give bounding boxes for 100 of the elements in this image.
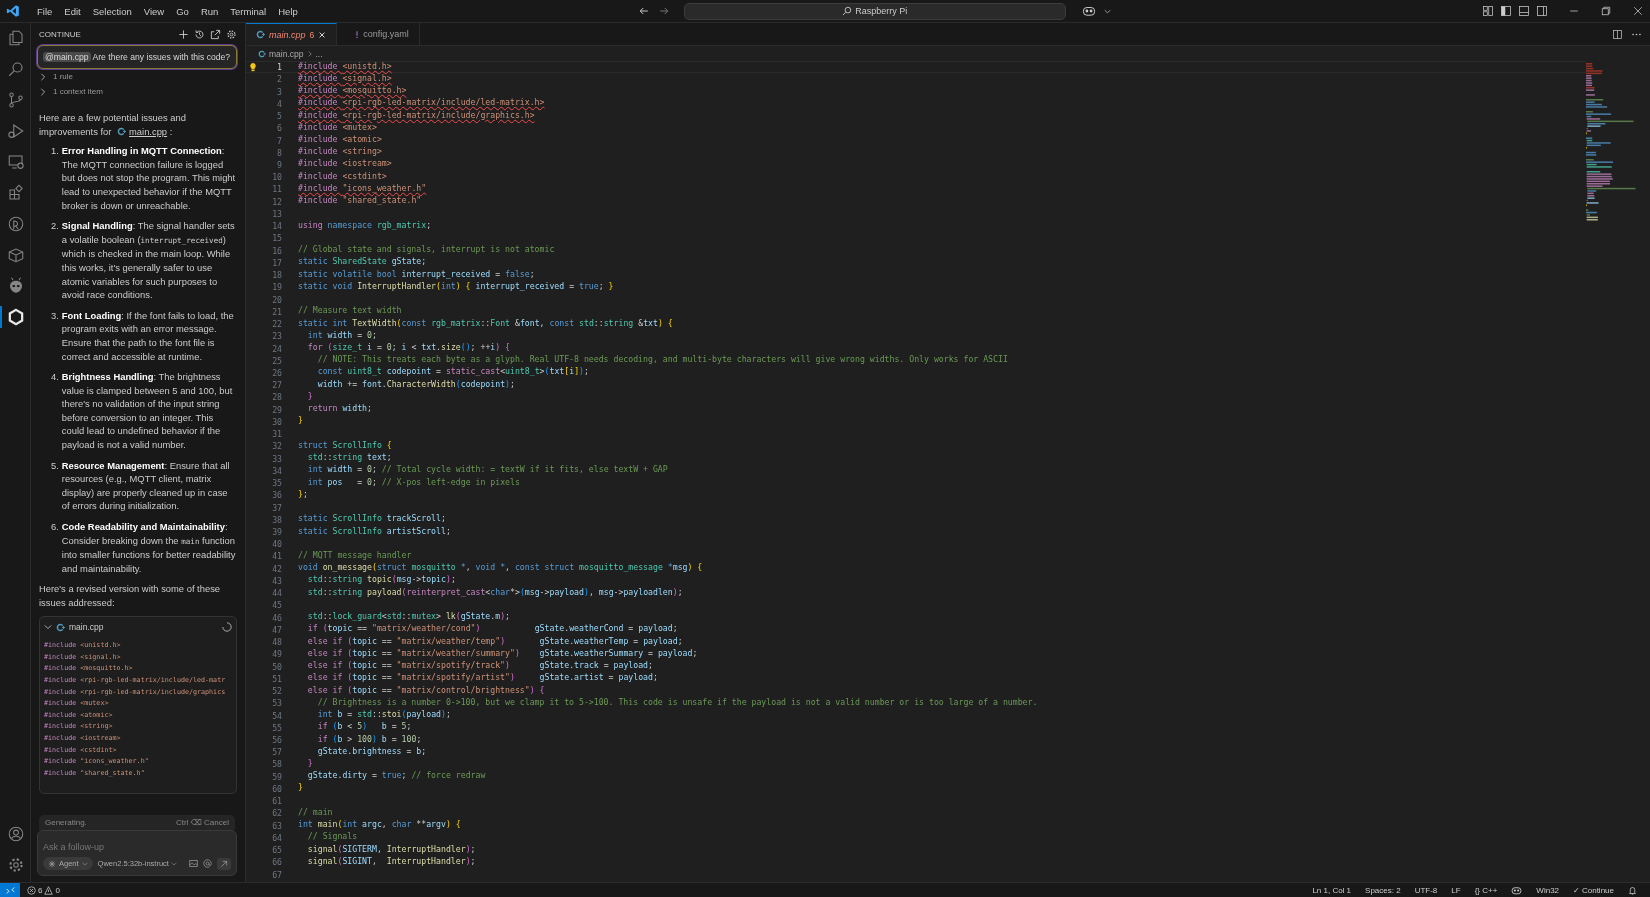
cpp-file-icon <box>256 30 265 39</box>
lightbulb-icon[interactable] <box>249 62 257 73</box>
remote-button[interactable] <box>0 883 20 897</box>
code-line: static SharedState gState; <box>298 257 427 269</box>
secondary-sidebar-icon[interactable] <box>1536 5 1548 17</box>
problems-indicator[interactable]: 6 0 <box>20 885 67 895</box>
close-icon[interactable] <box>1632 5 1644 17</box>
code-line: // NOTE: This treats each byte as a glyph. Real UTF-8 needs decoding, and multi-byte characters will give wrong widths. Only works for ASCII <box>316 355 1008 367</box>
menu-item[interactable]: Run <box>195 3 224 19</box>
breadcrumb-item[interactable]: main.cpp <box>269 48 304 59</box>
command-center-search[interactable]: Raspberry Pi <box>683 2 1066 20</box>
monitor-icon <box>7 153 25 171</box>
code-line: static void InterruptHandler(int) { interrupt_received = true; } <box>298 281 614 293</box>
line-number: 46 <box>271 612 282 623</box>
code-line: } <box>298 783 303 795</box>
line-number: 18 <box>271 270 282 281</box>
plus-icon[interactable] <box>178 28 189 40</box>
code-line: std::string payload(reinterpret_cast<char*>(msg->payload), msg->payloadlen); <box>306 587 683 599</box>
line-number: 51 <box>271 673 282 684</box>
menu-item[interactable]: Help <box>273 3 303 19</box>
sidebar-toggle-icon[interactable] <box>1500 5 1512 17</box>
follow-up-field[interactable]: Ask a follow-up <box>43 840 231 854</box>
file-name: main.cpp <box>69 620 104 634</box>
panel-toggle-icon[interactable] <box>1518 5 1530 17</box>
code-line: int main(int argc, char **argv) { <box>298 820 461 832</box>
line-number: 14 <box>271 221 282 232</box>
line-number: 20 <box>271 294 282 305</box>
code-line: std::lock_guard<std::mutex> lk(gState.m); <box>306 612 511 624</box>
status-item[interactable]: Spaces: 2 <box>1358 885 1408 895</box>
menu-item[interactable]: Selection <box>87 3 137 19</box>
restore-icon[interactable] <box>1600 5 1612 17</box>
menu-item[interactable]: Edit <box>59 3 86 19</box>
line-number: 12 <box>271 196 282 207</box>
code-line: } <box>306 758 313 770</box>
code-line: else if (topic == "matrix/control/brightness") { <box>306 685 545 697</box>
chevron-icon[interactable] <box>44 623 52 632</box>
history-icon[interactable] <box>194 28 205 40</box>
open-external-icon[interactable] <box>210 28 221 40</box>
status-item[interactable]: Ln 1, Col 1 <box>1305 885 1359 895</box>
context-toggle[interactable]: 1 context item <box>37 84 237 99</box>
line-number: 42 <box>271 563 282 574</box>
status-item[interactable]: {} C++ <box>1467 885 1505 895</box>
status-item[interactable]: Win32 <box>1529 885 1567 895</box>
code-line: #include <mutex> <box>298 122 377 134</box>
code-line: width += font.CharacterWidth(codepoint); <box>316 379 515 391</box>
line-number: 28 <box>271 392 282 403</box>
code-line: int width = 0; <box>306 330 377 342</box>
forward-arrow-icon[interactable] <box>657 5 670 17</box>
split-editor-icon[interactable] <box>1612 28 1623 40</box>
issue-text: Font Loading: If the font fails to load, the program exits with an error message. Ensure that the path to the font file is correct and accessible at runtime. <box>61 308 235 364</box>
line-number: 43 <box>271 575 282 586</box>
at-sign-icon[interactable] <box>203 859 212 868</box>
robot-icon[interactable] <box>1081 5 1096 17</box>
menu-item[interactable]: View <box>138 3 170 19</box>
issue-text: Brightness Handling: The brightness value is clamped between 5 and 100, but there's no validation of the input string before conversion to an integer. This could lead to undefined behavior if the payload is not a valid number. <box>61 370 234 452</box>
code-line: std::string topic(msg->topic); <box>306 575 456 587</box>
code-line: } <box>306 391 313 403</box>
layout-icon[interactable] <box>1482 5 1494 17</box>
ring-icon <box>7 308 25 326</box>
line-number: 29 <box>271 404 282 415</box>
editor-tab[interactable]: config.yaml <box>345 23 420 45</box>
breadcrumb-item[interactable]: ... <box>315 48 323 59</box>
problem-count: 6 <box>309 29 315 40</box>
close-icon[interactable] <box>318 30 327 39</box>
file-link[interactable]: main.cpp <box>129 125 168 137</box>
code-line: #include <atomic> <box>298 135 382 146</box>
menu-item[interactable]: Terminal <box>225 3 272 19</box>
files-icon <box>7 29 25 47</box>
list-number: 2. <box>51 219 59 234</box>
menu-item[interactable]: File <box>32 3 58 19</box>
warning-icon <box>44 885 54 895</box>
search-icon <box>7 60 25 78</box>
image-icon[interactable] <box>189 859 198 868</box>
status-item[interactable]: UTF-8 <box>1407 885 1445 895</box>
code-line: #include <signal.h> <box>298 73 392 85</box>
code-line: signal(SIGTERM, InterruptHandler); <box>306 844 476 856</box>
status-item[interactable]: ✓ Continue <box>1566 885 1621 895</box>
menu-item[interactable]: Go <box>171 3 194 19</box>
code-line: else if (topic == "matrix/spotify/track") gState.track = payload; <box>306 661 653 673</box>
code-line: const uint8_t codepoint = static_cast<uint8_t>(txt[i]); <box>316 367 589 379</box>
chevron-down-icon[interactable] <box>1103 7 1111 15</box>
status-item[interactable]: LF <box>1444 885 1468 895</box>
panel-title: CONTINUE <box>38 29 81 39</box>
line-number: 59 <box>271 771 282 782</box>
cancel-shortcut[interactable]: Ctrl ⌫ Cancel <box>175 818 229 827</box>
cpp-file-icon <box>56 622 65 632</box>
settings-icon[interactable] <box>226 28 237 40</box>
code-line: gState.brightness = b; <box>316 746 427 758</box>
line-number: 49 <box>271 649 282 660</box>
code-line: struct ScrollInfo { <box>298 440 392 452</box>
line-number: 3 <box>276 86 282 97</box>
line-number: 22 <box>271 319 282 330</box>
send-button[interactable] <box>217 857 231 870</box>
back-arrow-icon[interactable] <box>637 5 650 17</box>
code-line: #include <string> <box>298 147 382 159</box>
line-number: 17 <box>271 257 282 268</box>
list-number: 6. <box>51 520 59 535</box>
code-line: // MQTT message handler <box>298 551 412 562</box>
context-toggle[interactable]: 1 rule <box>37 69 237 84</box>
editor-tab[interactable]: main.cpp 6 <box>246 23 338 45</box>
